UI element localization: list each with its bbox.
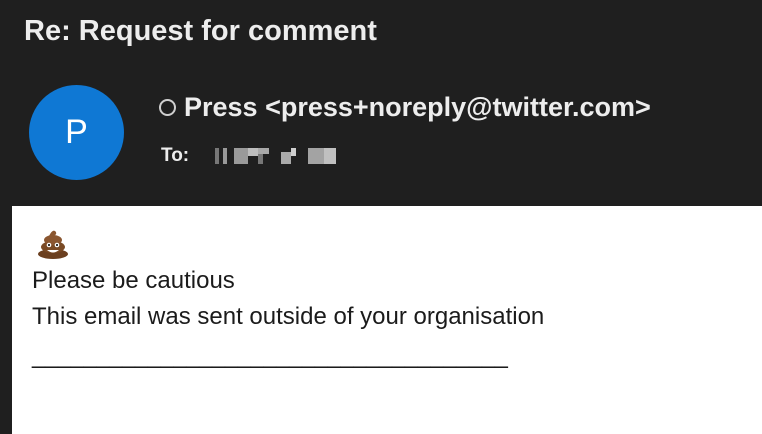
separator-line: _____________________________________ — [32, 342, 508, 369]
sender-avatar[interactable]: P — [29, 85, 124, 180]
message-header: Re: Request for comment P Press <press+n… — [0, 0, 762, 206]
warning-title: Please be cautious — [32, 267, 235, 294]
recipient-redacted[interactable] — [215, 146, 365, 166]
email-subject: Re: Request for comment — [24, 15, 377, 47]
recipient-row: To: — [161, 145, 365, 167]
pile-of-poo-emoji-icon — [38, 230, 68, 259]
presence-status-icon — [159, 99, 176, 116]
warning-text: This email was sent outside of your orga… — [32, 303, 545, 330]
to-label: To: — [161, 145, 190, 166]
message-body: Please be cautious This email was sent o… — [12, 206, 762, 434]
sender-row: Press <press+noreply@twitter.com> — [159, 92, 651, 123]
sender-name[interactable]: Press <press+noreply@twitter.com> — [184, 92, 651, 123]
